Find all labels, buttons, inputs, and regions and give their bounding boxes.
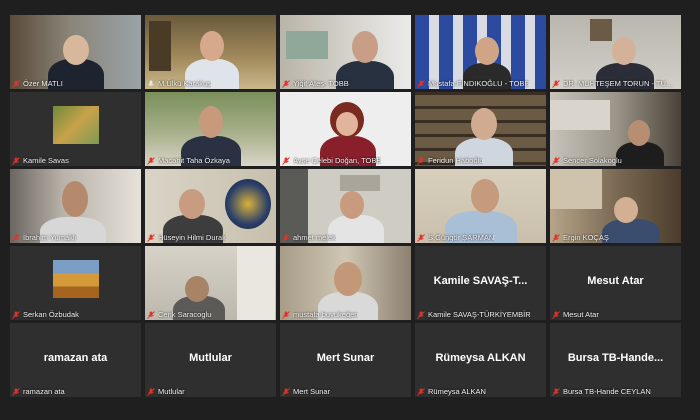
muted-mic-icon [552,310,560,319]
muted-mic-icon [417,310,425,319]
participant-tile[interactable]: mustafa buyukeğen [280,246,411,320]
muted-mic-icon [12,233,20,242]
participant-name: Cenk Saracoglu [158,310,212,319]
participant-name: Kamile SAVAŞ-TÜRKİYEMBİR [428,310,531,319]
participant-tile[interactable]: Bursa TB-Hande... Bursa TB-Hande CEYLAN [550,323,681,397]
participant-name: Özer MATLI [23,79,63,88]
muted-mic-icon [417,156,425,165]
muted-mic-icon [552,387,560,396]
participant-tile[interactable]: Özer MATLI [10,15,141,89]
muted-mic-icon [12,387,20,396]
participant-tile[interactable]: ahmet melek [280,169,411,243]
participant-tile[interactable]: ramazan ata ramazan ata [10,323,141,397]
participant-name: Sencer Solakoglu [563,156,622,165]
participant-name: Feridun Haboğlu [428,156,484,165]
muted-mic-icon [417,79,425,88]
muted-mic-icon [282,310,290,319]
mic-icon [147,80,155,88]
participant-tile[interactable]: Yiğit Ateş- TOBB [280,15,411,89]
participant-tile[interactable]: S.Güngör ŞARMAN [415,169,546,243]
muted-mic-icon [282,387,290,396]
participant-name: mustafa buyukeğen [293,310,359,319]
participant-name: Mustafa FINDIKOĞLU - TOBB [428,79,530,88]
participant-name: Mutlular [158,387,185,396]
participant-tile[interactable]: Rümeysa ALKAN Rümeysa ALKAN [415,323,546,397]
participant-tile[interactable]: Sencer Solakoglu [550,92,681,166]
muted-mic-icon [12,79,20,88]
muted-mic-icon [147,233,155,242]
participant-name: M.Ülkü Karakuş [158,79,211,88]
participant-name: Mert Sunar [293,387,331,396]
participant-tile[interactable]: DR. MUHTEŞEM TORUN - TÜRKTOB G... [550,15,681,89]
participant-display-name: Bursa TB-Hande... [567,352,664,364]
participant-display-name: Rümeysa ALKAN [435,352,526,364]
participant-tile[interactable]: Kamile SAVAŞ-T... Kamile SAVAŞ-TÜRKİYEMB… [415,246,546,320]
muted-mic-icon [12,156,20,165]
participant-tile[interactable]: Feridun Haboğlu [415,92,546,166]
participant-tile[interactable]: İbrahim Yumaklı [10,169,141,243]
participant-tile[interactable]: Mustafa FINDIKOĞLU - TOBB [415,15,546,89]
participant-grid: Özer MATLI M.Ülkü Karakuş Yiğit Ateş- TO… [10,15,681,397]
participant-name: Kamile Savas [23,156,69,165]
muted-mic-icon [12,310,20,319]
participant-tile[interactable]: Cenk Saracoglu [145,246,276,320]
participant-name: Mesut Atar [563,310,599,319]
participant-tile[interactable]: Kamile Savas [10,92,141,166]
participant-name: Yiğit Ateş- TOBB [293,79,349,88]
participant-name: Rümeysa ALKAN [428,387,486,396]
participant-tile[interactable]: Mert Sunar Mert Sunar [280,323,411,397]
participant-tile[interactable]: Ergin KOÇAŞ [550,169,681,243]
participant-tile-active-speaker[interactable]: M.Ülkü Karakuş [145,15,276,89]
muted-mic-icon [552,233,560,242]
participant-display-name: Mert Sunar [316,352,375,364]
muted-mic-icon [282,79,290,88]
muted-mic-icon [552,156,560,165]
participant-tile[interactable]: Mutlular Mutlular [145,323,276,397]
participant-tile[interactable]: Mesut Atar Mesut Atar [550,246,681,320]
participant-name: Ergin KOÇAŞ [563,233,609,242]
muted-mic-icon [417,387,425,396]
participant-display-name: Kamile SAVAŞ-T... [433,275,528,287]
participant-name: Bursa TB-Hande CEYLAN [563,387,651,396]
participant-name: İbrahim Yumaklı [23,233,77,242]
muted-mic-icon [147,387,155,396]
muted-mic-icon [147,156,155,165]
muted-mic-icon [552,79,560,88]
muted-mic-icon [417,233,425,242]
participant-name: ramazan ata [23,387,65,396]
participant-display-name: Mesut Atar [587,275,644,287]
participant-display-name: ramazan ata [43,352,108,364]
participant-name: Ayşe Çelebi Doğan, TOBB [293,156,382,165]
muted-mic-icon [282,233,290,242]
participant-name: S.Güngör ŞARMAN [428,233,495,242]
participant-name: DR. MUHTEŞEM TORUN - TÜRKTOB G... [563,79,678,88]
participant-name: ahmet melek [293,233,336,242]
muted-mic-icon [147,310,155,319]
muted-mic-icon [282,156,290,165]
participant-tile[interactable]: Serkan Özbudak [10,246,141,320]
participant-name: Hüseyin Hilmi Durak [158,233,226,242]
participant-display-name: Mutlular [189,352,232,364]
participant-name: Serkan Özbudak [23,310,79,319]
participant-name: Macahit Taha Özkaya [158,156,230,165]
participant-tile[interactable]: Hüseyin Hilmi Durak [145,169,276,243]
participant-tile[interactable]: Macahit Taha Özkaya [145,92,276,166]
participant-tile[interactable]: Ayşe Çelebi Doğan, TOBB [280,92,411,166]
